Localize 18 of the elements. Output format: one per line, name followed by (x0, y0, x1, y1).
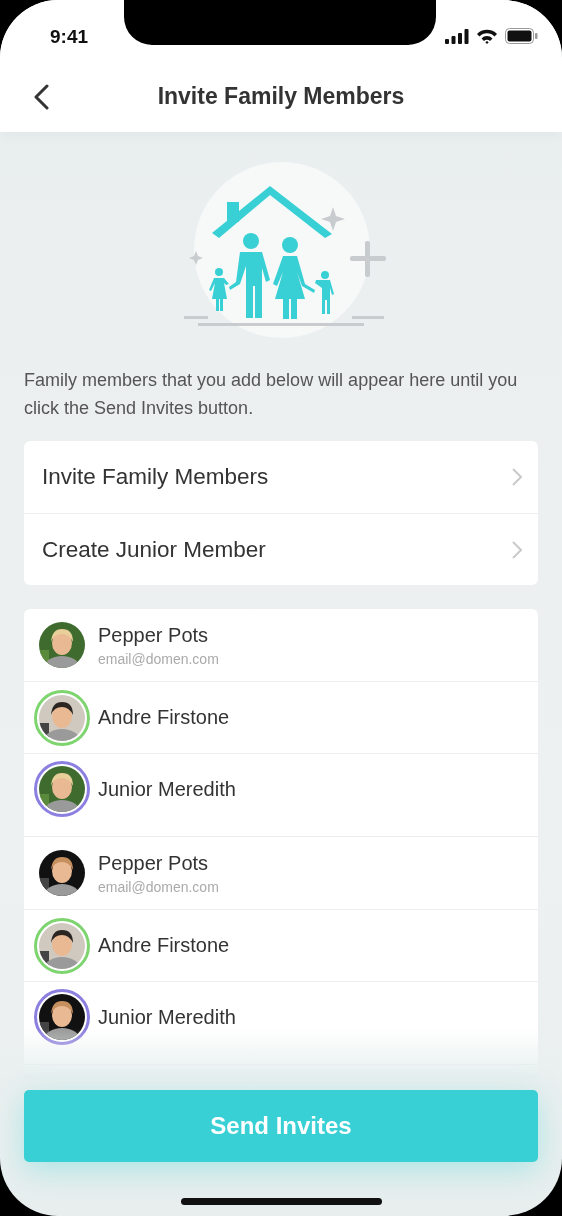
status-time: 9:41 (50, 26, 89, 48)
member-name: Junior Meredith (98, 777, 236, 801)
member-name: Pepper Pots (98, 851, 210, 875)
signal-icon (445, 28, 469, 44)
member-name: Andre Firstone (98, 934, 230, 957)
member-name: Andre Firstone (98, 706, 230, 729)
member-email: email@domen.com (98, 878, 219, 895)
member-email: email@domen.com (98, 650, 219, 667)
wifi-icon (476, 28, 498, 44)
chevron-icon (512, 468, 522, 486)
member-name: Junior Meredith (98, 1005, 236, 1029)
battery-icon (505, 28, 538, 44)
chevron-icon (512, 540, 522, 559)
menu-item[interactable]: Create Junior Member (24, 513, 538, 585)
info-paragraph: Family members that you add below will appear here until you click the Send Invites button. (24, 369, 519, 420)
member-name: Pepper Pots (98, 623, 210, 647)
menu-item[interactable]: Invite Family Members (24, 441, 538, 513)
page-title: Invite Family Members (157, 82, 405, 110)
